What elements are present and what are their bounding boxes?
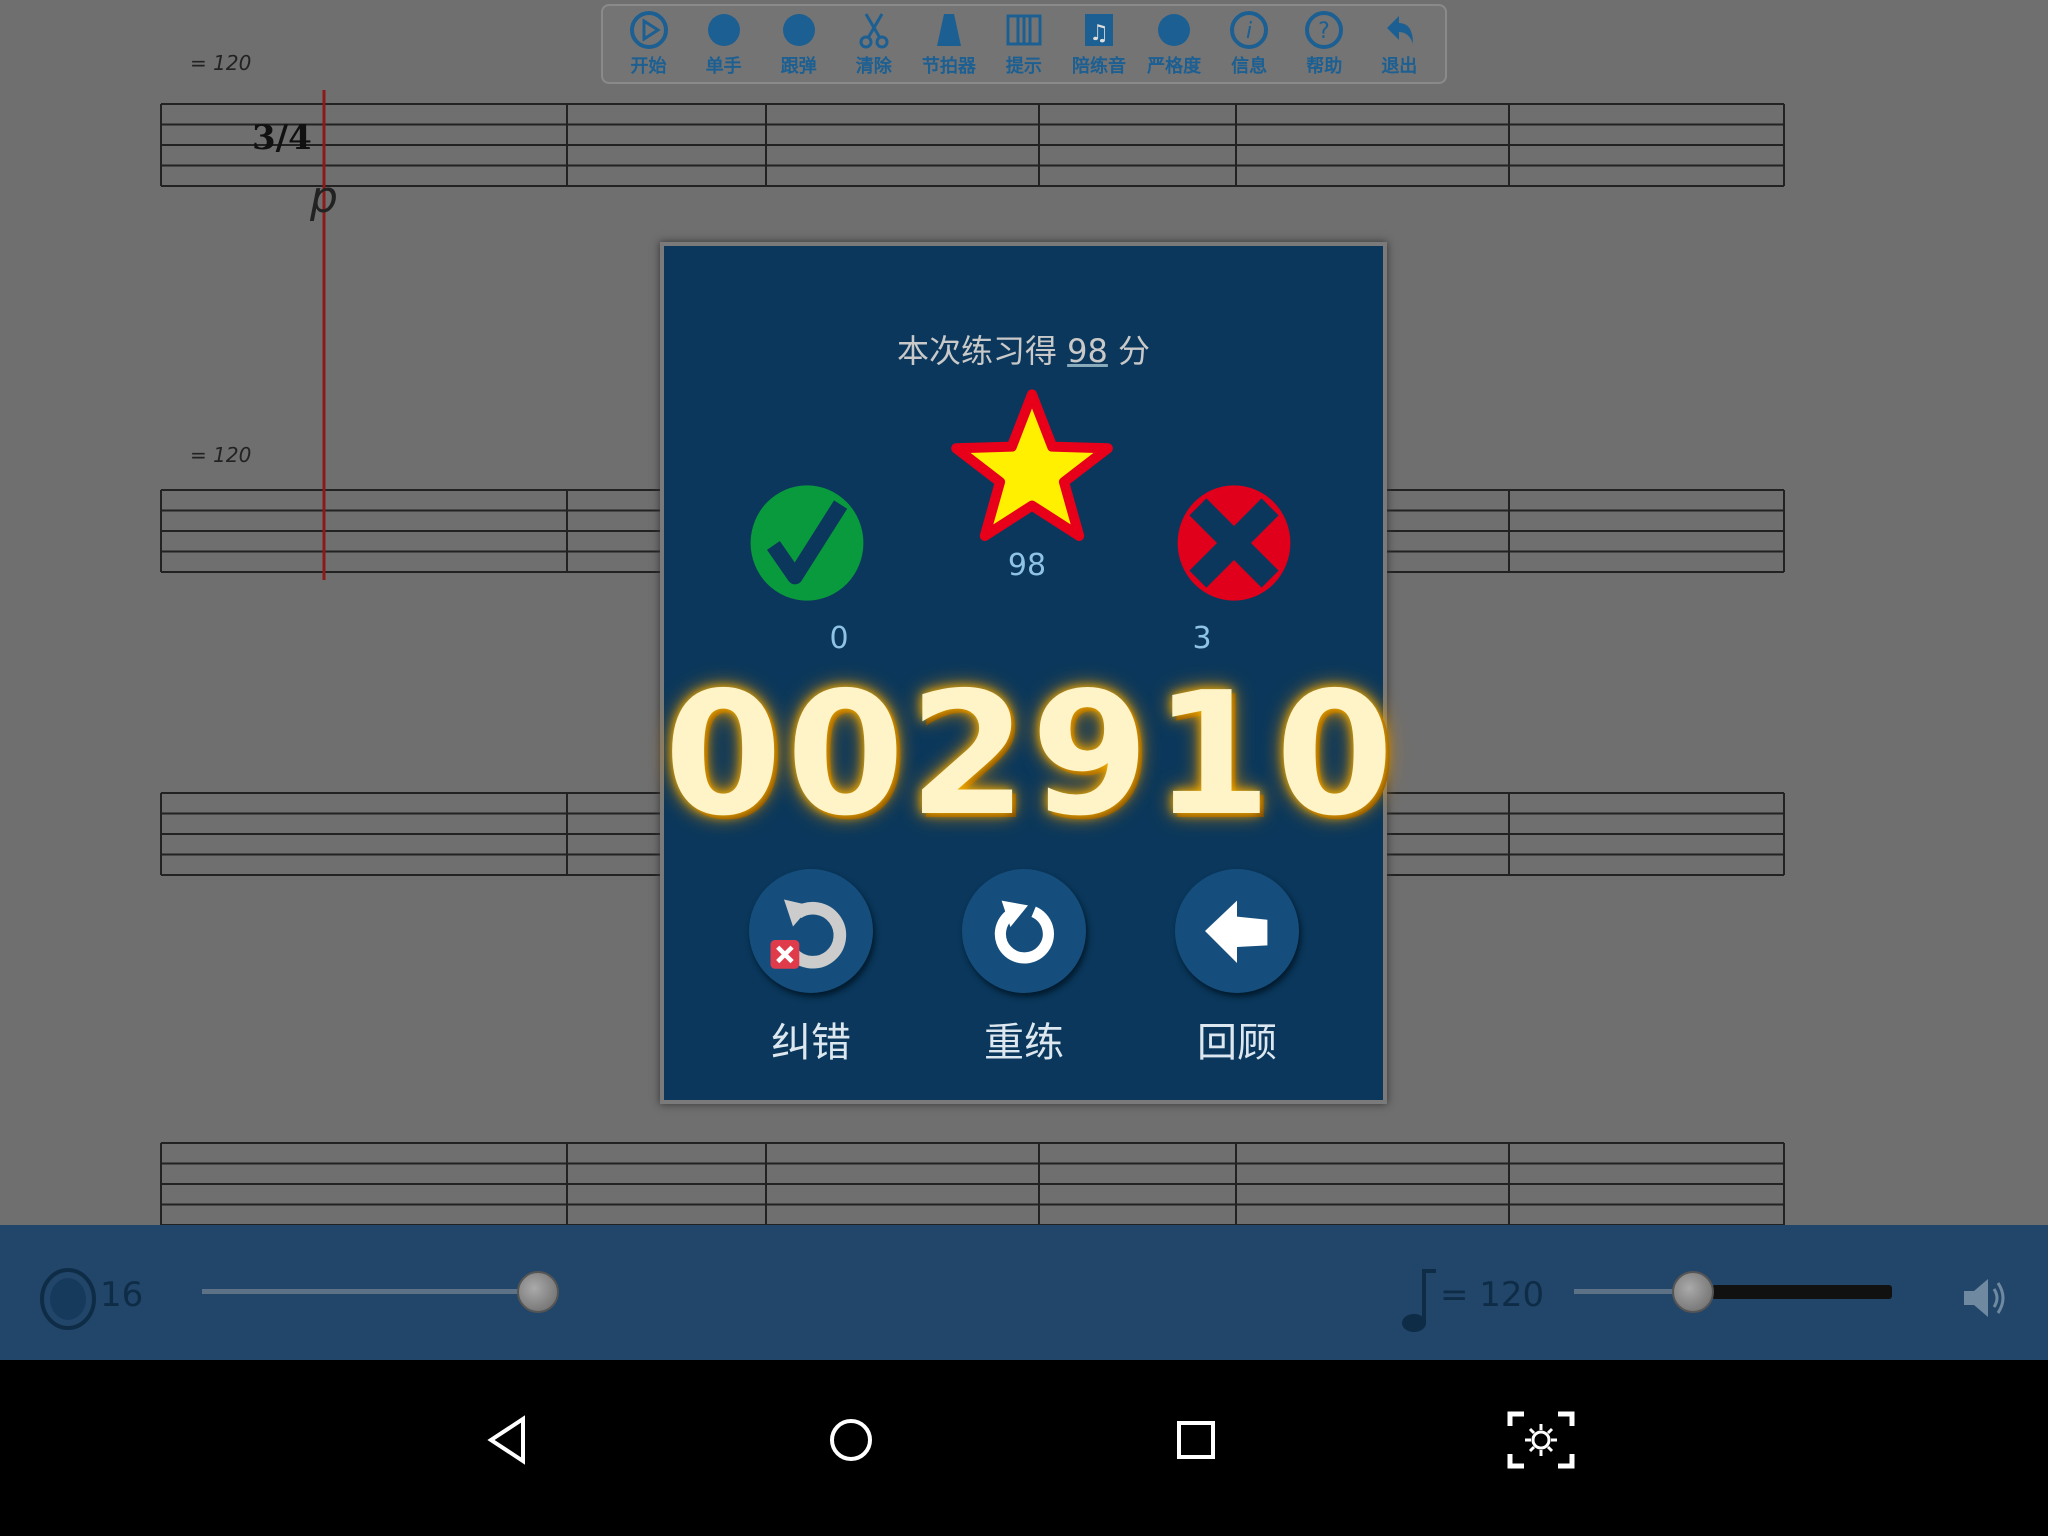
count-dial-icon[interactable] (40, 1268, 96, 1330)
toolbar-button-0[interactable]: 开始 (617, 10, 681, 78)
toolbar-label: 陪练音 (1072, 56, 1126, 77)
correct-errors-button[interactable] (749, 869, 873, 993)
play-icon (629, 11, 668, 49)
title-score: 98 (1067, 332, 1108, 370)
toolbar-label: 信息 (1231, 56, 1268, 77)
svg-text:♫: ♫ (1089, 21, 1109, 46)
strictness-icon (1158, 14, 1191, 46)
volume-icon[interactable] (1960, 1273, 2010, 1323)
home-circle-icon (830, 1419, 872, 1461)
toolbar-label: 节拍器 (921, 56, 976, 77)
tempo-note-icon (1402, 1269, 1436, 1332)
exit-arrow-icon (1387, 16, 1414, 44)
toolbar-button-5[interactable]: 提示 (992, 10, 1056, 78)
time-signature: 3/4 (252, 118, 312, 158)
svg-text:?: ? (1318, 19, 1330, 44)
toolbar-button-10[interactable]: 退出 (1367, 10, 1431, 78)
info-icon: i (1230, 11, 1269, 49)
toolbar-button-3[interactable]: 清除 (842, 10, 906, 78)
toolbar-label: 严格度 (1147, 56, 1202, 77)
home-button[interactable] (801, 1390, 901, 1490)
star-score: 98 (1007, 548, 1047, 583)
follow-hand-icon (782, 14, 815, 46)
toolbar-label: 跟弹 (780, 56, 817, 77)
bottom-control-bar: 16 = 120 (0, 1225, 2048, 1360)
review-button[interactable] (1175, 869, 1299, 993)
correct-count: 0 (829, 621, 849, 656)
correct-check-icon (750, 485, 864, 601)
keyboard-icon (1006, 14, 1042, 46)
toolbar-button-7[interactable]: 严格度 (1142, 10, 1206, 78)
android-nav-bar (0, 1360, 2048, 1536)
count-slider-track[interactable] (202, 1289, 538, 1294)
toolbar-label: 帮助 (1306, 56, 1343, 77)
tempo-slider-fill (1712, 1285, 1892, 1299)
toolbar-label: 清除 (855, 56, 892, 77)
toolbar: 开始 单手 跟弹 清除 节拍器 提示 ♫ 陪练音 严格度 i 信息? 帮助 退出 (601, 4, 1447, 84)
count-value: 16 (100, 1275, 144, 1315)
back-triangle-icon (487, 1415, 525, 1465)
tempo-slider-knob[interactable] (1672, 1271, 1714, 1313)
screenshot-button[interactable] (1491, 1390, 1591, 1490)
tempo-mark: = 120 (190, 51, 251, 75)
count-slider-knob[interactable] (517, 1271, 559, 1313)
total-score: 002910 (664, 656, 1398, 854)
star-icon (951, 389, 1113, 541)
result-dialog: 本次练习得 98 分 98 0 3 002910 纠错 重练 回顾 (660, 242, 1398, 1104)
dialog-title: 本次练习得 98 分 (896, 332, 1151, 370)
undo-error-icon (770, 899, 847, 969)
screenshot-icon (1507, 1411, 1575, 1469)
toolbar-button-2[interactable]: 跟弹 (767, 10, 831, 78)
toolbar-button-4[interactable]: 节拍器 (917, 10, 981, 78)
toolbar-label: 提示 (1005, 56, 1042, 77)
review-back-icon (1205, 900, 1268, 963)
wrong-x-icon (1177, 485, 1291, 601)
toolbar-label: 退出 (1381, 56, 1418, 77)
scissors-icon (859, 13, 889, 49)
dynamic-mark: p (309, 172, 338, 223)
toolbar-label: 开始 (630, 56, 667, 77)
help-icon: ? (1305, 11, 1344, 49)
metronome-icon (936, 14, 961, 46)
toolbar-button-6[interactable]: ♫ 陪练音 (1067, 10, 1131, 78)
tempo-value: = 120 (1440, 1275, 1545, 1315)
review-label: 回顾 (1197, 1020, 1277, 1066)
correct-errors-label: 纠错 (771, 1020, 851, 1066)
toolbar-button-9[interactable]: ? 帮助 (1292, 10, 1356, 78)
recents-square-icon (1177, 1421, 1215, 1459)
music-note-icon: ♫ (1085, 14, 1113, 46)
wrong-count: 3 (1192, 621, 1212, 656)
back-button[interactable] (457, 1390, 557, 1490)
toolbar-button-1[interactable]: 单手 (692, 10, 756, 78)
svg-text:i: i (1246, 19, 1252, 44)
replay-label: 重练 (984, 1020, 1064, 1066)
replay-icon (994, 900, 1054, 964)
recents-button[interactable] (1146, 1390, 1246, 1490)
tempo-mark: = 120 (190, 443, 251, 467)
toolbar-label: 单手 (705, 56, 742, 77)
hand-icon (707, 14, 740, 46)
toolbar-button-8[interactable]: i 信息 (1217, 10, 1281, 78)
replay-button[interactable] (962, 869, 1086, 993)
